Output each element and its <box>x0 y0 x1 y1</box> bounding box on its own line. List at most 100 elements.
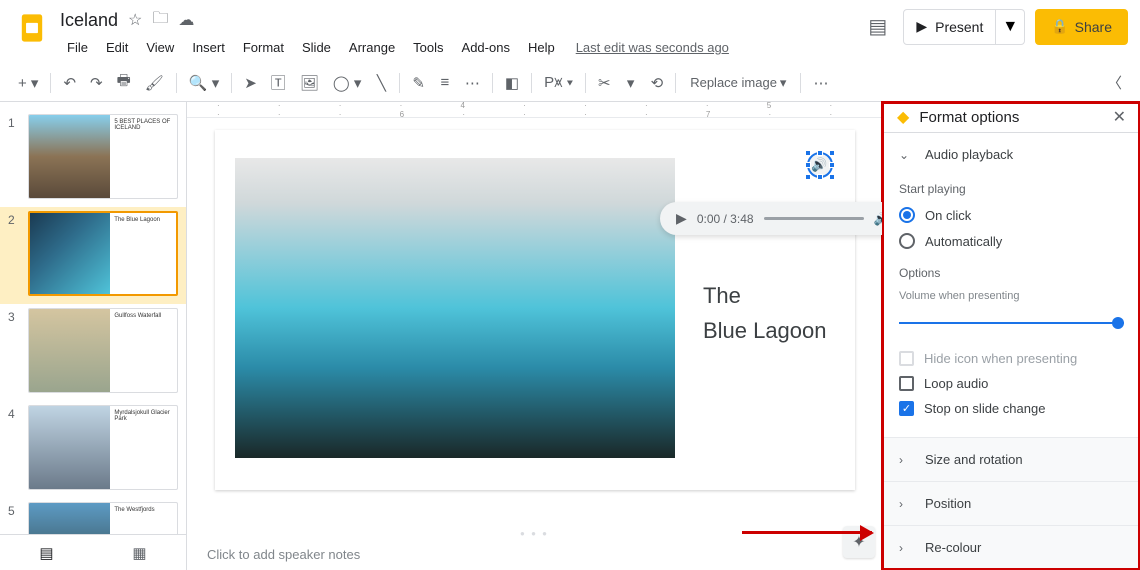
slide-canvas[interactable]: The Blue Lagoon 🔊 ▶ 0:00 / 3:48 <box>215 130 855 490</box>
last-edit-link[interactable]: Last edit was seconds ago <box>576 40 729 55</box>
present-dropdown[interactable]: ▼ <box>995 10 1024 44</box>
section-label: Position <box>925 496 971 511</box>
slider-thumb[interactable] <box>1112 317 1124 329</box>
section-label: Size and rotation <box>925 452 1023 467</box>
menu-slide[interactable]: Slide <box>295 36 338 59</box>
textbox-tool[interactable]: 🅃 <box>265 68 292 97</box>
chevron-right-icon: › <box>899 497 913 511</box>
annotation-arrow <box>742 531 872 534</box>
more-button[interactable]: ⋯ <box>807 70 834 96</box>
cloud-status-icon[interactable]: ☁ <box>178 10 194 30</box>
thumb-title: Gullfoss Waterfall <box>110 309 177 392</box>
title-line-2: Blue Lagoon <box>703 313 827 348</box>
slide-thumb-1[interactable]: 1 5 BEST PLACES OF ICELAND <box>0 110 186 207</box>
redo-button[interactable]: ↷ <box>84 70 109 96</box>
checkbox-label: Hide icon when presenting <box>924 351 1077 366</box>
border-color-button[interactable]: ✎ <box>406 70 431 96</box>
star-icon[interactable]: ☆ <box>128 10 142 30</box>
slide-number: 2 <box>8 211 20 296</box>
menu-addons[interactable]: Add-ons <box>455 36 517 59</box>
audio-progress-track[interactable] <box>764 217 864 220</box>
share-label: Share <box>1075 19 1112 35</box>
move-icon[interactable]: 🗀 <box>152 7 168 34</box>
grid-view-icon[interactable]: ▦ <box>132 544 146 562</box>
animation-button[interactable]: P⩙ ▾ <box>538 70 579 95</box>
menu-insert[interactable]: Insert <box>185 36 232 59</box>
menu-file[interactable]: File <box>60 36 95 59</box>
radio-label: On click <box>925 208 971 223</box>
audio-player-preview[interactable]: ▶ 0:00 / 3:48 🔊 <box>660 202 882 235</box>
thumb-title: Myrdalsjokull Glacier Park <box>110 406 177 489</box>
present-label: Present <box>935 19 983 35</box>
menu-arrange[interactable]: Arrange <box>342 36 402 59</box>
share-button[interactable]: 🔒 Share <box>1035 9 1128 45</box>
start-playing-label: Start playing <box>899 182 1124 196</box>
slide-thumb-3[interactable]: 3 Gullfoss Waterfall <box>0 304 186 401</box>
checkbox-stop-on-change[interactable]: ✓ Stop on slide change <box>899 396 1124 421</box>
thumb-title: The Blue Lagoon <box>110 213 176 294</box>
slide-thumb-4[interactable]: 4 Myrdalsjokull Glacier Park <box>0 401 186 498</box>
slide-filmstrip[interactable]: 1 5 BEST PLACES OF ICELAND 2 The Blue La… <box>0 102 186 570</box>
checkbox-unchecked-icon <box>899 351 914 366</box>
paint-format-button[interactable]: 🖌 <box>139 70 170 96</box>
select-tool[interactable]: ➤ <box>238 70 263 96</box>
chevron-right-icon: › <box>899 453 913 467</box>
menu-view[interactable]: View <box>139 36 181 59</box>
volume-slider[interactable] <box>899 316 1124 330</box>
options-label: Options <box>899 266 1124 280</box>
new-slide-button[interactable]: + ▾ <box>12 70 44 96</box>
document-title[interactable]: Iceland <box>60 10 118 31</box>
thumb-title: 5 BEST PLACES OF ICELAND <box>110 115 177 198</box>
lock-icon: 🔒 <box>1051 18 1068 35</box>
undo-button[interactable]: ↶ <box>57 70 82 96</box>
toolbar: + ▾ ↶ ↷ 🖶 🖌 🔍 ▾ ➤ 🅃 🖼 ◯ ▾ ╲ ✎ ≡ ⋯ ◧ P⩙ ▾… <box>0 64 1140 102</box>
zoom-button[interactable]: 🔍 ▾ <box>183 70 225 96</box>
mask-button[interactable]: ▾ <box>619 70 643 96</box>
audio-object[interactable]: 🔊 <box>807 152 833 178</box>
section-size-rotation[interactable]: › Size and rotation <box>883 438 1140 481</box>
volume-icon[interactable]: 🔊 <box>874 212 882 226</box>
slides-logo[interactable] <box>12 8 52 48</box>
checkbox-unchecked-icon <box>899 376 914 391</box>
line-tool[interactable]: ╲ <box>369 70 393 96</box>
comments-icon[interactable]: ▤ <box>862 8 893 45</box>
checkbox-label: Loop audio <box>924 376 988 391</box>
filmstrip-view-icon[interactable]: ▤ <box>39 544 53 562</box>
checkbox-loop-audio[interactable]: Loop audio <box>899 371 1124 396</box>
section-label: Re-colour <box>925 540 981 555</box>
slide-thumb-2[interactable]: 2 The Blue Lagoon <box>0 207 186 304</box>
shape-tool[interactable]: ◯ ▾ <box>327 70 367 96</box>
slide-number: 4 <box>8 405 20 490</box>
present-icon: ▶ <box>916 18 927 35</box>
crop-button[interactable]: ✂ <box>592 70 617 96</box>
slide-title-text[interactable]: The Blue Lagoon <box>703 278 827 348</box>
section-recolour[interactable]: › Re-colour <box>883 526 1140 569</box>
notes-drag-handle[interactable]: ● ● ● <box>515 529 555 538</box>
speaker-notes[interactable]: Click to add speaker notes <box>187 538 882 570</box>
menu-edit[interactable]: Edit <box>99 36 135 59</box>
border-dash-button[interactable]: ⋯ <box>459 70 486 96</box>
menu-tools[interactable]: Tools <box>406 36 450 59</box>
play-icon[interactable]: ▶ <box>676 210 687 227</box>
replace-image-button[interactable]: Replace image▾ <box>682 71 794 95</box>
format-options-button[interactable]: ◧ <box>499 70 525 96</box>
slide-number: 3 <box>8 308 20 393</box>
print-button[interactable]: 🖶 <box>111 66 137 99</box>
menu-help[interactable]: Help <box>521 36 562 59</box>
radio-on-click[interactable]: On click <box>899 202 1124 228</box>
reset-image-button[interactable]: ⟲ <box>645 70 670 96</box>
collapse-toolbar-button[interactable]: 〈 <box>1101 68 1128 97</box>
radio-automatically[interactable]: Automatically <box>899 228 1124 254</box>
present-button[interactable]: ▶ Present <box>904 10 995 44</box>
section-position[interactable]: › Position <box>883 482 1140 525</box>
image-tool[interactable]: 🖼 <box>294 70 325 96</box>
border-weight-button[interactable]: ≡ <box>433 70 457 95</box>
slide-main-image[interactable] <box>235 158 675 458</box>
section-audio-playback[interactable]: ⌄ Audio playback <box>883 133 1140 176</box>
close-icon[interactable]: ✕ <box>1113 107 1126 127</box>
format-options-panel: ◆ Format options ✕ ⌄ Audio playback Star… <box>882 102 1140 570</box>
title-line-1: The <box>703 278 827 313</box>
radio-label: Automatically <box>925 234 1002 249</box>
menu-format[interactable]: Format <box>236 36 291 59</box>
present-button-group: ▶ Present ▼ <box>903 9 1025 45</box>
